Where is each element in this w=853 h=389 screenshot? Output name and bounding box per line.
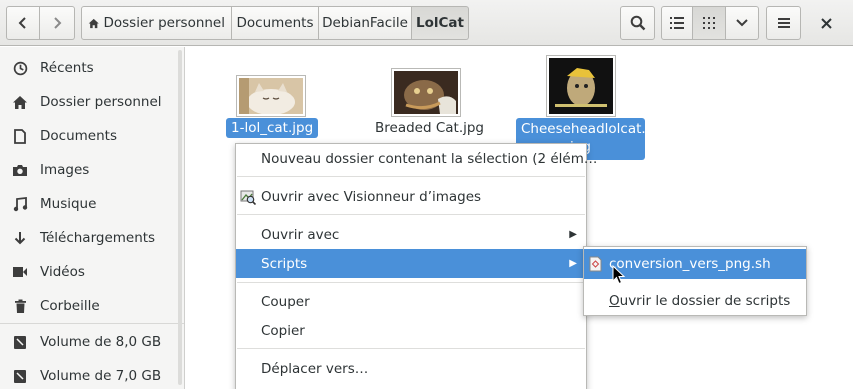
menu-item-cut[interactable]: Couper bbox=[236, 287, 586, 316]
sidebar-item-label: Volume de 8,0 GB bbox=[40, 334, 162, 350]
sidebar: Récents Dossier personnel Documents Imag… bbox=[0, 47, 185, 389]
home-icon bbox=[0, 95, 40, 110]
download-icon bbox=[0, 231, 40, 246]
sidebar-item-videos[interactable]: Vidéos bbox=[0, 256, 184, 288]
sidebar-separator bbox=[0, 323, 184, 324]
sidebar-item-label: Récents bbox=[40, 60, 94, 76]
file-name[interactable]: Breaded Cat.jpg bbox=[370, 118, 489, 138]
image-viewer-icon bbox=[240, 189, 257, 209]
forward-button[interactable] bbox=[40, 6, 75, 40]
sidebar-scrollbar[interactable] bbox=[178, 50, 182, 385]
menu-item-new-folder-with-selection[interactable]: Nouveau dossier contenant la sélection (… bbox=[236, 144, 597, 173]
close-icon bbox=[820, 17, 832, 29]
chevron-left-icon bbox=[18, 17, 26, 29]
sidebar-item-label: Musique bbox=[40, 196, 97, 212]
list-view-button[interactable] bbox=[661, 6, 693, 40]
breadcrumb-label: Documents bbox=[236, 15, 314, 31]
hamburger-icon bbox=[777, 18, 790, 28]
sidebar-item-label: Dossier personnel bbox=[40, 94, 162, 110]
breadcrumb-debianfacile[interactable]: DebianFacile bbox=[319, 6, 412, 40]
header-bar: Dossier personnel Documents DebianFacile… bbox=[0, 0, 853, 46]
clock-icon bbox=[0, 61, 40, 76]
sidebar-item-label: Documents bbox=[40, 128, 117, 144]
view-switcher bbox=[661, 6, 759, 40]
file-thumbnail[interactable] bbox=[391, 68, 461, 117]
sidebar-item-label: Volume de 7,0 GB bbox=[40, 368, 162, 384]
home-icon bbox=[88, 18, 99, 28]
script-file-icon bbox=[589, 256, 602, 276]
file-name[interactable]: 1-lol_cat.jpg bbox=[226, 118, 319, 138]
menu-item-scripts[interactable]: Scripts ▶ bbox=[236, 249, 586, 278]
file-thumbnail[interactable] bbox=[546, 55, 616, 117]
sidebar-item-images[interactable]: Images bbox=[0, 154, 184, 186]
breadcrumb-home[interactable]: Dossier personnel bbox=[81, 6, 232, 40]
breadcrumb-documents[interactable]: Documents bbox=[232, 6, 319, 40]
close-button[interactable] bbox=[815, 12, 837, 34]
drive-icon bbox=[0, 369, 40, 384]
grid-view-button[interactable] bbox=[693, 6, 726, 40]
menu-item-label: Déplacer vers… bbox=[261, 360, 369, 377]
submenu-arrow-icon: ▶ bbox=[569, 258, 577, 269]
menu-item-open-with[interactable]: Ouvrir avec ▶ bbox=[236, 220, 586, 249]
document-icon bbox=[0, 128, 40, 144]
breadcrumb-label: DebianFacile bbox=[322, 15, 408, 31]
video-icon bbox=[0, 266, 40, 278]
menu-item-label: Couper bbox=[261, 293, 310, 310]
sidebar-item-label: Vidéos bbox=[40, 264, 85, 280]
history-buttons bbox=[6, 6, 75, 40]
sidebar-item-documents[interactable]: Documents bbox=[0, 120, 184, 152]
view-options-button[interactable] bbox=[726, 6, 759, 40]
sidebar-item-music[interactable]: Musique bbox=[0, 188, 184, 220]
menu-separator bbox=[237, 214, 585, 215]
search-icon bbox=[630, 15, 645, 31]
menu-separator bbox=[237, 176, 585, 177]
list-icon bbox=[670, 17, 684, 29]
sidebar-item-label: Téléchargements bbox=[40, 230, 156, 246]
sidebar-item-trash[interactable]: Corbeille bbox=[0, 290, 184, 322]
trash-icon bbox=[0, 299, 40, 314]
mnemonic-letter: O bbox=[609, 293, 620, 309]
sidebar-item-label: Images bbox=[40, 162, 90, 178]
chevron-right-icon bbox=[54, 17, 62, 29]
sidebar-item-recents[interactable]: Récents bbox=[0, 52, 184, 84]
menu-item-label: Copier bbox=[261, 322, 305, 339]
menu-item-copy[interactable]: Copier bbox=[236, 316, 586, 345]
menu-item-label: Scripts bbox=[261, 255, 308, 272]
menu-item-move-to[interactable]: Déplacer vers… bbox=[236, 354, 586, 383]
grid-icon bbox=[703, 17, 715, 29]
sidebar-item-label: Corbeille bbox=[40, 298, 100, 314]
menu-item-label: conversion_vers_png.sh bbox=[609, 256, 771, 272]
mouse-cursor-icon bbox=[612, 264, 626, 289]
menu-separator bbox=[237, 348, 585, 349]
search-button[interactable] bbox=[620, 6, 655, 40]
file-name-label: Cheeseheadlolcat. bbox=[521, 121, 646, 137]
chevron-down-icon bbox=[736, 19, 748, 27]
drive-icon bbox=[0, 335, 40, 350]
file-thumbnail[interactable] bbox=[236, 75, 306, 117]
menu-item-label: uvrir le dossier de scripts bbox=[619, 293, 791, 309]
sidebar-item-downloads[interactable]: Téléchargements bbox=[0, 222, 184, 254]
file-name-label: Breaded Cat.jpg bbox=[375, 120, 485, 136]
menu-button[interactable] bbox=[766, 6, 801, 40]
sidebar-item-volume-7gb[interactable]: Volume de 7,0 GB bbox=[0, 360, 184, 389]
breadcrumb-lolcat[interactable]: LolCat bbox=[412, 6, 469, 40]
breadcrumb: Dossier personnel Documents DebianFacile… bbox=[81, 6, 469, 40]
back-button[interactable] bbox=[6, 6, 40, 40]
context-menu: Nouveau dossier contenant la sélection (… bbox=[235, 143, 597, 389]
camera-icon bbox=[0, 164, 40, 177]
menu-item-label: Nouveau dossier contenant la sélection (… bbox=[261, 150, 598, 167]
sidebar-item-volume-8gb[interactable]: Volume de 8,0 GB bbox=[0, 326, 184, 358]
file-name-label: 1-lol_cat.jpg bbox=[231, 120, 314, 136]
menu-item-open-with-image-viewer[interactable]: Ouvrir avec Visionneur d’images bbox=[236, 182, 586, 211]
submenu-arrow-icon: ▶ bbox=[569, 229, 577, 240]
breadcrumb-label: LolCat bbox=[416, 15, 464, 31]
menu-item-label: Ouvrir avec bbox=[261, 226, 340, 243]
menu-item-label: Ouvrir avec Visionneur d’images bbox=[261, 188, 482, 205]
music-icon bbox=[0, 196, 40, 212]
submenu-item-open-scripts-folder[interactable]: Ouvrir le dossier de scripts bbox=[584, 286, 806, 316]
menu-separator bbox=[237, 282, 585, 283]
sidebar-item-home[interactable]: Dossier personnel bbox=[0, 86, 184, 118]
breadcrumb-label: Dossier personnel bbox=[103, 15, 225, 31]
